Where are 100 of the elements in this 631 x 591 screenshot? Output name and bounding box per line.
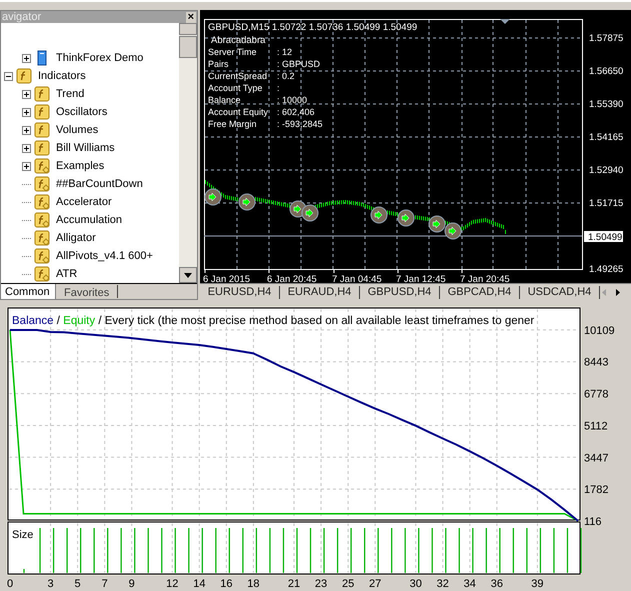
panel-label: Size	[12, 529, 34, 541]
function-icon	[34, 212, 50, 228]
chart-tab[interactable]: EURAUD,H4	[280, 286, 360, 299]
x-axis-label: 7	[102, 578, 108, 590]
chart-header: GBPUSD,M15 1.50722 1.50736 1.50499 1.50499	[208, 22, 418, 33]
tree-item[interactable]: Examples	[56, 158, 104, 174]
x-axis-label: 23	[314, 578, 328, 590]
current-price-label: 1.50499	[584, 231, 623, 243]
info-label: Free Margin	[208, 119, 257, 129]
tree-item[interactable]: Indicators	[38, 68, 86, 84]
x-axis-label: 5	[74, 578, 81, 590]
x-axis-label: 34	[464, 578, 476, 590]
x-axis-label: 32	[436, 578, 449, 590]
x-axis-label: 39	[531, 578, 544, 590]
function-icon	[34, 176, 50, 192]
x-axis-label: 21	[288, 578, 300, 590]
time-label: 7 Jan 04:45	[332, 274, 382, 285]
tab[interactable]: Common	[1, 284, 56, 299]
down-arrow-icon	[184, 272, 192, 278]
tree-item[interactable]: Alligator	[56, 230, 96, 246]
info-value: : 12	[277, 47, 292, 57]
expand-toggle-icon[interactable]	[22, 108, 31, 116]
time-label: 7 Jan 12:45	[396, 274, 446, 285]
tree-item[interactable]: ATR	[56, 266, 78, 282]
chart-tab[interactable]: GBPUSD,H4	[360, 286, 440, 299]
info-label: Balance	[208, 95, 241, 105]
info-label: CurrentSpread	[208, 71, 268, 81]
price-label: 1.57875	[589, 33, 624, 44]
scrollbar[interactable]	[179, 23, 197, 283]
x-axis-label: 27	[369, 578, 382, 590]
x-axis-label: 0	[6, 578, 14, 590]
info-value: : 602,406	[277, 107, 315, 117]
function-icon	[34, 248, 50, 264]
x-axis-label: 18	[247, 578, 260, 590]
function-icon	[34, 194, 50, 210]
y-axis-label: 3447	[584, 452, 608, 464]
price-label: 1.56650	[589, 66, 624, 77]
tree-item[interactable]: ThinkForex Demo	[56, 50, 144, 66]
time-label: 6 Jan 2015	[203, 274, 250, 285]
tree-item[interactable]: Accumulation	[56, 212, 122, 228]
chart-tab[interactable]: USDCAD,H4	[520, 286, 600, 299]
panel-title: avigator	[2, 12, 42, 22]
function-icon	[34, 122, 50, 138]
info-value: :	[277, 83, 280, 93]
info-value: : -593,2845	[277, 119, 323, 129]
tree-item[interactable]: Bill Williams	[56, 140, 115, 156]
x-axis-label: 14	[193, 578, 206, 590]
tree-item[interactable]: AllPivots_v4.1 600+	[56, 248, 153, 264]
expand-toggle-icon[interactable]	[22, 162, 31, 170]
time-label: 7 Jan 20:45	[460, 274, 510, 285]
scroll-arrows-icon[interactable]	[600, 288, 622, 297]
tree-item[interactable]: Accelerator	[56, 194, 112, 210]
function-icon	[34, 104, 50, 120]
function-icon	[34, 266, 50, 282]
scroll-thumb[interactable]	[179, 36, 197, 58]
expand-toggle-icon[interactable]	[4, 72, 13, 80]
tree-item[interactable]: Volumes	[56, 122, 98, 138]
tree-item[interactable]: Trend	[56, 86, 84, 102]
function-icon	[34, 86, 50, 102]
x-axis-label: 16	[220, 578, 232, 590]
expand-toggle-icon[interactable]	[22, 90, 31, 98]
x-axis-label: 25	[342, 578, 354, 590]
price-label: 1.54165	[589, 132, 624, 143]
info-value: : 0.2	[277, 71, 295, 81]
chart-tab[interactable]: EURUSD,H4	[200, 286, 280, 299]
tab[interactable]: Favorites	[56, 285, 118, 298]
scroll-down-button[interactable]	[179, 267, 197, 283]
function-icon	[34, 140, 50, 156]
x-axis-label: 36	[490, 578, 503, 590]
x-axis-label: 30	[410, 578, 422, 590]
price-label: 1.49265	[589, 264, 624, 275]
close-button[interactable]: ×	[186, 12, 196, 22]
function-icon	[34, 158, 50, 174]
info-value: : GBPUSD	[277, 59, 320, 69]
y-axis-label: 5112	[584, 420, 608, 432]
tree-item[interactable]: ##BarCountDown	[56, 176, 143, 192]
info-label: Account Equity	[208, 107, 268, 117]
info-value: : 10000	[277, 95, 308, 105]
expand-toggle-icon[interactable]	[22, 54, 31, 62]
expert-name: Abracadabra	[211, 35, 266, 46]
price-label: 1.51715	[589, 198, 624, 209]
tree-item[interactable]: Oscillators	[56, 104, 108, 120]
y-axis-label: 10109	[584, 324, 615, 337]
scroll-up-button[interactable]	[179, 23, 197, 35]
time-label: 6 Jan 20:45	[267, 274, 317, 285]
expand-toggle-icon[interactable]	[22, 126, 31, 134]
y-axis-label: 6778	[584, 388, 608, 401]
info-label: Server Time	[208, 47, 257, 57]
y-axis-label: 116	[584, 516, 602, 528]
info-label: Pairs	[208, 59, 229, 69]
info-label: Account Type	[208, 83, 262, 93]
function-icon	[34, 230, 50, 246]
x-axis-label: 12	[166, 578, 178, 590]
price-label: 1.55390	[589, 99, 624, 110]
expand-toggle-icon[interactable]	[22, 144, 31, 152]
x-axis-label: 9	[128, 578, 135, 590]
shift-marker-icon	[500, 19, 510, 24]
x-axis-label: 3	[48, 578, 54, 590]
chart-tab[interactable]: GBPCAD,H4	[440, 286, 520, 299]
price-label: 1.52940	[589, 165, 624, 176]
